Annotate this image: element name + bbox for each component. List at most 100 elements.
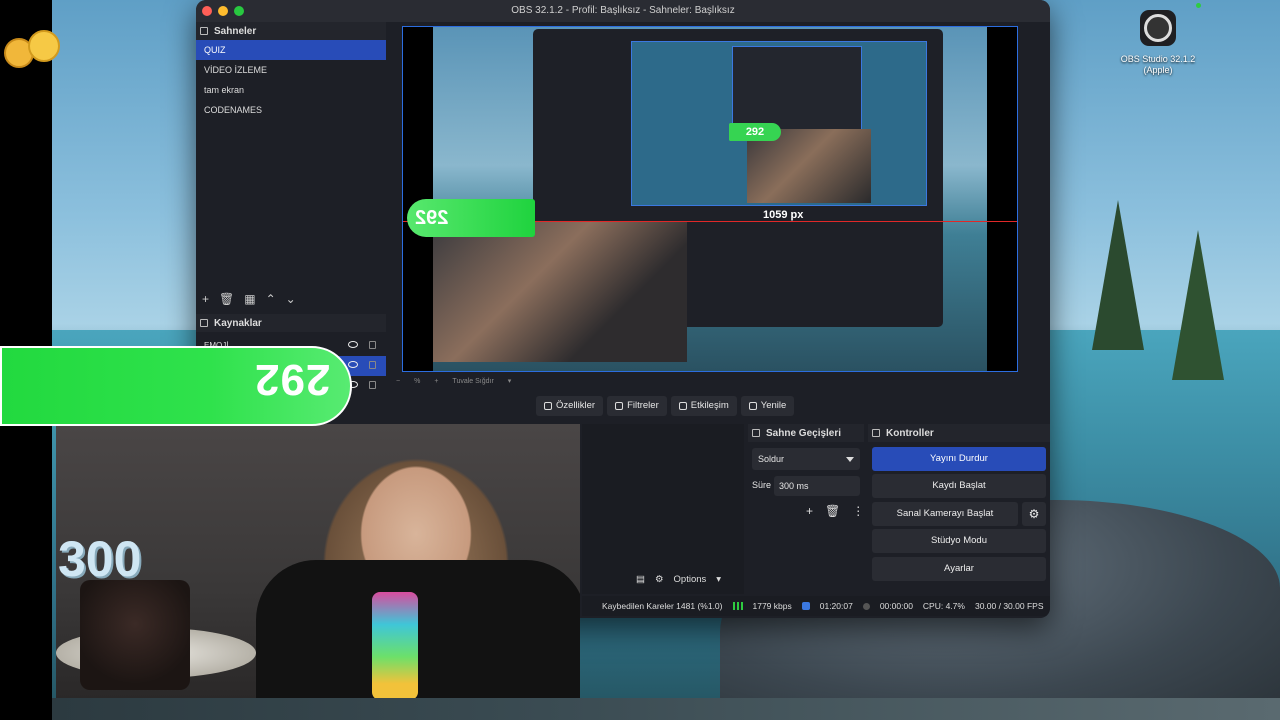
counter-overlay: 292 <box>0 346 352 426</box>
counter-badge-small: 292 <box>729 123 781 141</box>
cake <box>80 580 190 690</box>
scenes-header: Sahneler <box>196 22 386 40</box>
audio-mixer-dock <box>582 424 744 594</box>
dropped-frames: Kaybedilen Kareler 1481 (%1.0) <box>602 601 723 611</box>
mixer-gear-icon[interactable]: ⚙ <box>655 574 664 585</box>
zoom-level: % <box>414 377 421 385</box>
counter-source[interactable]: 292 <box>407 199 535 237</box>
transition-toolbar: + 🗑 ⋮ <box>806 504 864 518</box>
scene-item-tam-ekran[interactable]: tam ekran <box>196 80 386 100</box>
measure-label: 1059 px <box>763 209 804 221</box>
transition-select[interactable]: Soldur <box>752 448 860 470</box>
refresh-icon <box>748 402 757 410</box>
scene-filters-icon[interactable]: ▦ <box>244 292 255 306</box>
obs-app-label[interactable]: OBS Studio 32.1.2 (Apple) <box>1110 54 1206 76</box>
zoom-in-icon[interactable]: + <box>434 378 438 385</box>
tab-label: Yenile <box>760 400 787 411</box>
dock-icon <box>872 429 880 437</box>
scene-list: QUIZ VİDEO İZLEME tam ekran CODENAMES <box>196 40 386 120</box>
stop-streaming-button[interactable]: Yayını Durdur <box>872 447 1046 471</box>
sources-header: Kaynaklar <box>196 314 386 332</box>
add-transition-icon[interactable]: + <box>806 504 813 518</box>
move-down-icon[interactable]: ⌄ <box>286 292 296 306</box>
obs-app-icon[interactable] <box>1140 10 1176 46</box>
controls-header-label: Kontroller <box>886 427 934 439</box>
more-options-icon[interactable]: ⋮ <box>852 504 864 518</box>
virtual-camera-settings-gear-icon[interactable]: ⚙ <box>1022 502 1046 526</box>
fps: 30.00 / 30.00 FPS <box>974 601 1044 611</box>
cake-topper-text: 300 <box>58 531 142 587</box>
studio-mode-button[interactable]: Stüdyo Modu <box>872 529 1046 553</box>
obs-logo-icon <box>1144 14 1172 42</box>
bitrate: 1779 kbps <box>752 601 792 611</box>
lock-icon[interactable] <box>369 361 376 369</box>
preview-nested-canvas-2 <box>732 46 862 131</box>
webcam-source[interactable] <box>433 222 687 362</box>
tab-filters[interactable]: Filtreler <box>607 396 667 416</box>
remove-transition-icon[interactable]: 🗑 <box>825 504 840 518</box>
dock-icon <box>200 27 208 35</box>
cpu-usage: CPU: 4.7% <box>922 601 965 611</box>
counter-value: 292 <box>415 207 449 229</box>
controls-header: Kontroller <box>868 424 1050 442</box>
lock-icon[interactable] <box>369 341 376 349</box>
scene-item-video-izleme[interactable]: VİDEO İZLEME <box>196 60 386 80</box>
status-indicator-dot <box>1196 3 1201 8</box>
visibility-eye-icon[interactable] <box>348 341 358 348</box>
tab-refresh[interactable]: Yenile <box>740 396 795 416</box>
add-scene-icon[interactable]: + <box>202 292 209 306</box>
status-bar: Kaybedilen Kareler 1481 (%1.0) 1779 kbps… <box>582 596 1050 616</box>
move-up-icon[interactable]: ⌃ <box>266 292 276 306</box>
bottom-wallpaper-strip <box>52 698 1280 720</box>
tab-label: Özellikler <box>556 400 596 411</box>
duration-input[interactable]: 300 ms <box>774 476 860 496</box>
rgb-tumbler <box>372 592 418 700</box>
sources-header-label: Kaynaklar <box>214 317 262 329</box>
tab-properties[interactable]: Özellikler <box>536 396 604 416</box>
dock-icon <box>752 429 760 437</box>
preview-letterbox <box>987 27 1017 371</box>
emoji-face-icon <box>28 30 60 62</box>
mixer-toolbar: ▤ ⚙ Options ▾ <box>636 574 721 585</box>
gear-icon <box>544 402 552 410</box>
options-button[interactable]: Options <box>674 574 707 585</box>
dock-icon <box>200 319 208 327</box>
scene-toolbar: + 🗑 ▦ ⌃ ⌄ <box>202 292 296 306</box>
signal-bars-icon <box>732 602 743 610</box>
start-virtual-camera-button[interactable]: Sanal Kamerayı Başlat <box>872 502 1018 526</box>
scene-item-codenames[interactable]: CODENAMES <box>196 100 386 120</box>
remove-scene-icon[interactable]: 🗑 <box>219 292 234 306</box>
scenes-dock: Sahneler QUIZ VİDEO İZLEME tam ekran COD… <box>196 22 386 314</box>
counter-overlay-value: 292 <box>253 355 330 404</box>
filter-icon <box>615 402 624 410</box>
settings-button[interactable]: Ayarlar <box>872 557 1046 581</box>
stream-icon <box>801 602 810 610</box>
source-tabs: Özellikler Filtreler Etkileşim Yenile <box>536 396 795 416</box>
stream-time: 01:20:07 <box>819 601 853 611</box>
tab-interact[interactable]: Etkileşim <box>670 396 737 416</box>
duration-label: Süre <box>752 480 772 490</box>
start-recording-button[interactable]: Kaydı Başlat <box>872 474 1046 498</box>
fit-button[interactable]: Tuvale Sığdır <box>452 378 493 385</box>
preview-toolbar: − % + Tuvale Sığdır ▾ <box>396 374 1016 388</box>
tab-label: Etkileşim <box>690 400 729 411</box>
scenes-header-label: Sahneler <box>214 25 257 37</box>
hand-icon <box>678 402 687 410</box>
chevron-down-icon[interactable]: ▾ <box>508 377 512 385</box>
preview-canvas[interactable]: 292 1059 px 292 <box>402 26 1018 372</box>
visibility-eye-icon[interactable] <box>348 361 358 368</box>
layout-icon[interactable]: ▤ <box>636 574 645 585</box>
lock-icon[interactable] <box>369 381 376 389</box>
wallpaper-tree <box>1092 200 1144 350</box>
record-icon <box>862 602 870 610</box>
chevron-down-icon[interactable]: ▾ <box>716 574 721 585</box>
scene-item-quiz[interactable]: QUIZ <box>196 40 386 60</box>
webcam-shirt <box>256 560 580 700</box>
wallpaper-tree <box>1172 230 1224 380</box>
transitions-header: Sahne Geçişleri <box>748 424 864 442</box>
title-bar[interactable]: OBS 32.1.2 - Profil: Başlıksız - Sahnele… <box>196 0 1050 22</box>
record-time: 00:00:00 <box>879 601 913 611</box>
emoji-sticker <box>4 30 60 74</box>
zoom-out-icon[interactable]: − <box>396 378 400 385</box>
window-title: OBS 32.1.2 - Profil: Başlıksız - Sahnele… <box>511 5 735 16</box>
